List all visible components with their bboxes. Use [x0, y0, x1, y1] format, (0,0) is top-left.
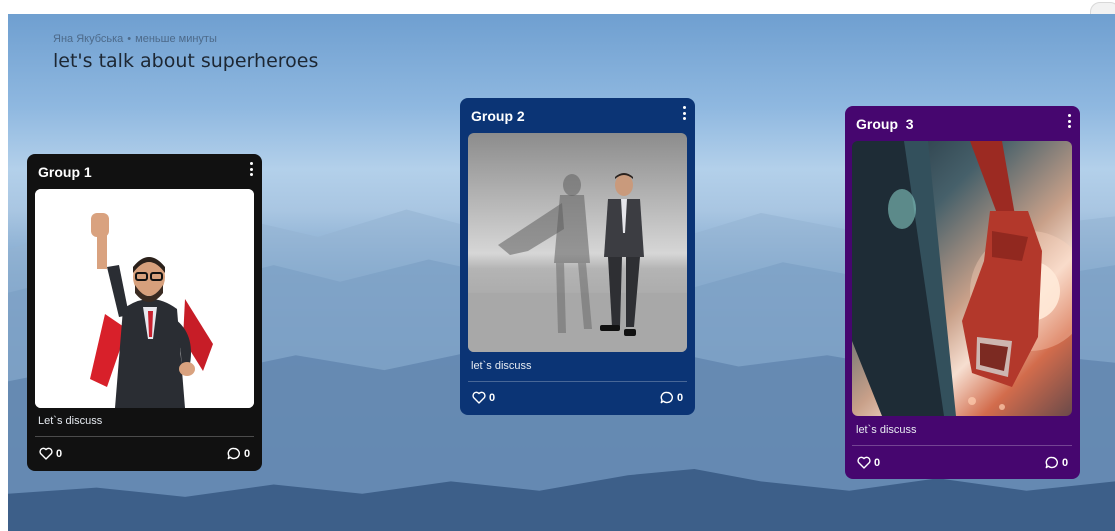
card-title: Group 2: [471, 108, 525, 124]
comment-button[interactable]: 0: [660, 391, 683, 404]
comment-button[interactable]: 0: [227, 447, 250, 460]
businessman-shadow-cape-image: [468, 173, 687, 352]
like-count: 0: [874, 456, 881, 469]
timestamp: меньше минуты: [135, 33, 217, 45]
comment-count: 0: [244, 447, 251, 460]
more-vertical-icon[interactable]: [1066, 114, 1072, 128]
card-caption: let`s discuss: [471, 360, 532, 372]
board-title: let's talk about superheroes: [53, 50, 319, 72]
more-vertical-icon[interactable]: [248, 162, 254, 176]
superhero-hand-glove-image: [852, 141, 1072, 416]
like-button[interactable]: 0: [472, 391, 495, 404]
card-image[interactable]: [852, 141, 1072, 416]
like-count: 0: [489, 391, 496, 404]
like-button[interactable]: 0: [857, 456, 880, 469]
board-meta: Яна Якубська • меньше минуты: [53, 33, 217, 45]
more-vertical-icon[interactable]: [681, 106, 687, 120]
card-title: Group 1: [38, 164, 92, 180]
card-image[interactable]: [468, 133, 687, 352]
comment-icon: [660, 391, 673, 404]
comment-count: 0: [1062, 456, 1069, 469]
author-name[interactable]: Яна Якубська: [53, 33, 123, 45]
card-image[interactable]: [35, 189, 254, 408]
card-caption: let`s discuss: [856, 424, 917, 436]
post-card[interactable]: Group 2 let`s discuss 0 0: [460, 98, 695, 415]
comment-icon: [227, 447, 240, 460]
comment-icon: [1045, 456, 1058, 469]
card-caption: Let`s discuss: [38, 415, 103, 427]
card-title: Group 3: [856, 116, 914, 132]
meta-separator: •: [127, 33, 132, 45]
page: Яна Якубська • меньше минуты let's talk ab…: [0, 0, 1115, 531]
card-divider: [468, 381, 687, 382]
heart-icon: [472, 391, 486, 404]
like-button[interactable]: 0: [39, 447, 62, 460]
comment-count: 0: [677, 391, 684, 404]
post-card[interactable]: Group 1 Let`s discuss 0 0: [27, 154, 262, 471]
card-divider: [35, 436, 254, 437]
businessman-red-cape-image: [35, 189, 254, 408]
heart-icon: [857, 456, 871, 469]
like-count: 0: [56, 447, 63, 460]
comment-button[interactable]: 0: [1045, 456, 1068, 469]
heart-icon: [39, 447, 53, 460]
post-card[interactable]: Group 3 let`s discuss 0 0: [845, 106, 1080, 479]
card-divider: [852, 445, 1072, 446]
